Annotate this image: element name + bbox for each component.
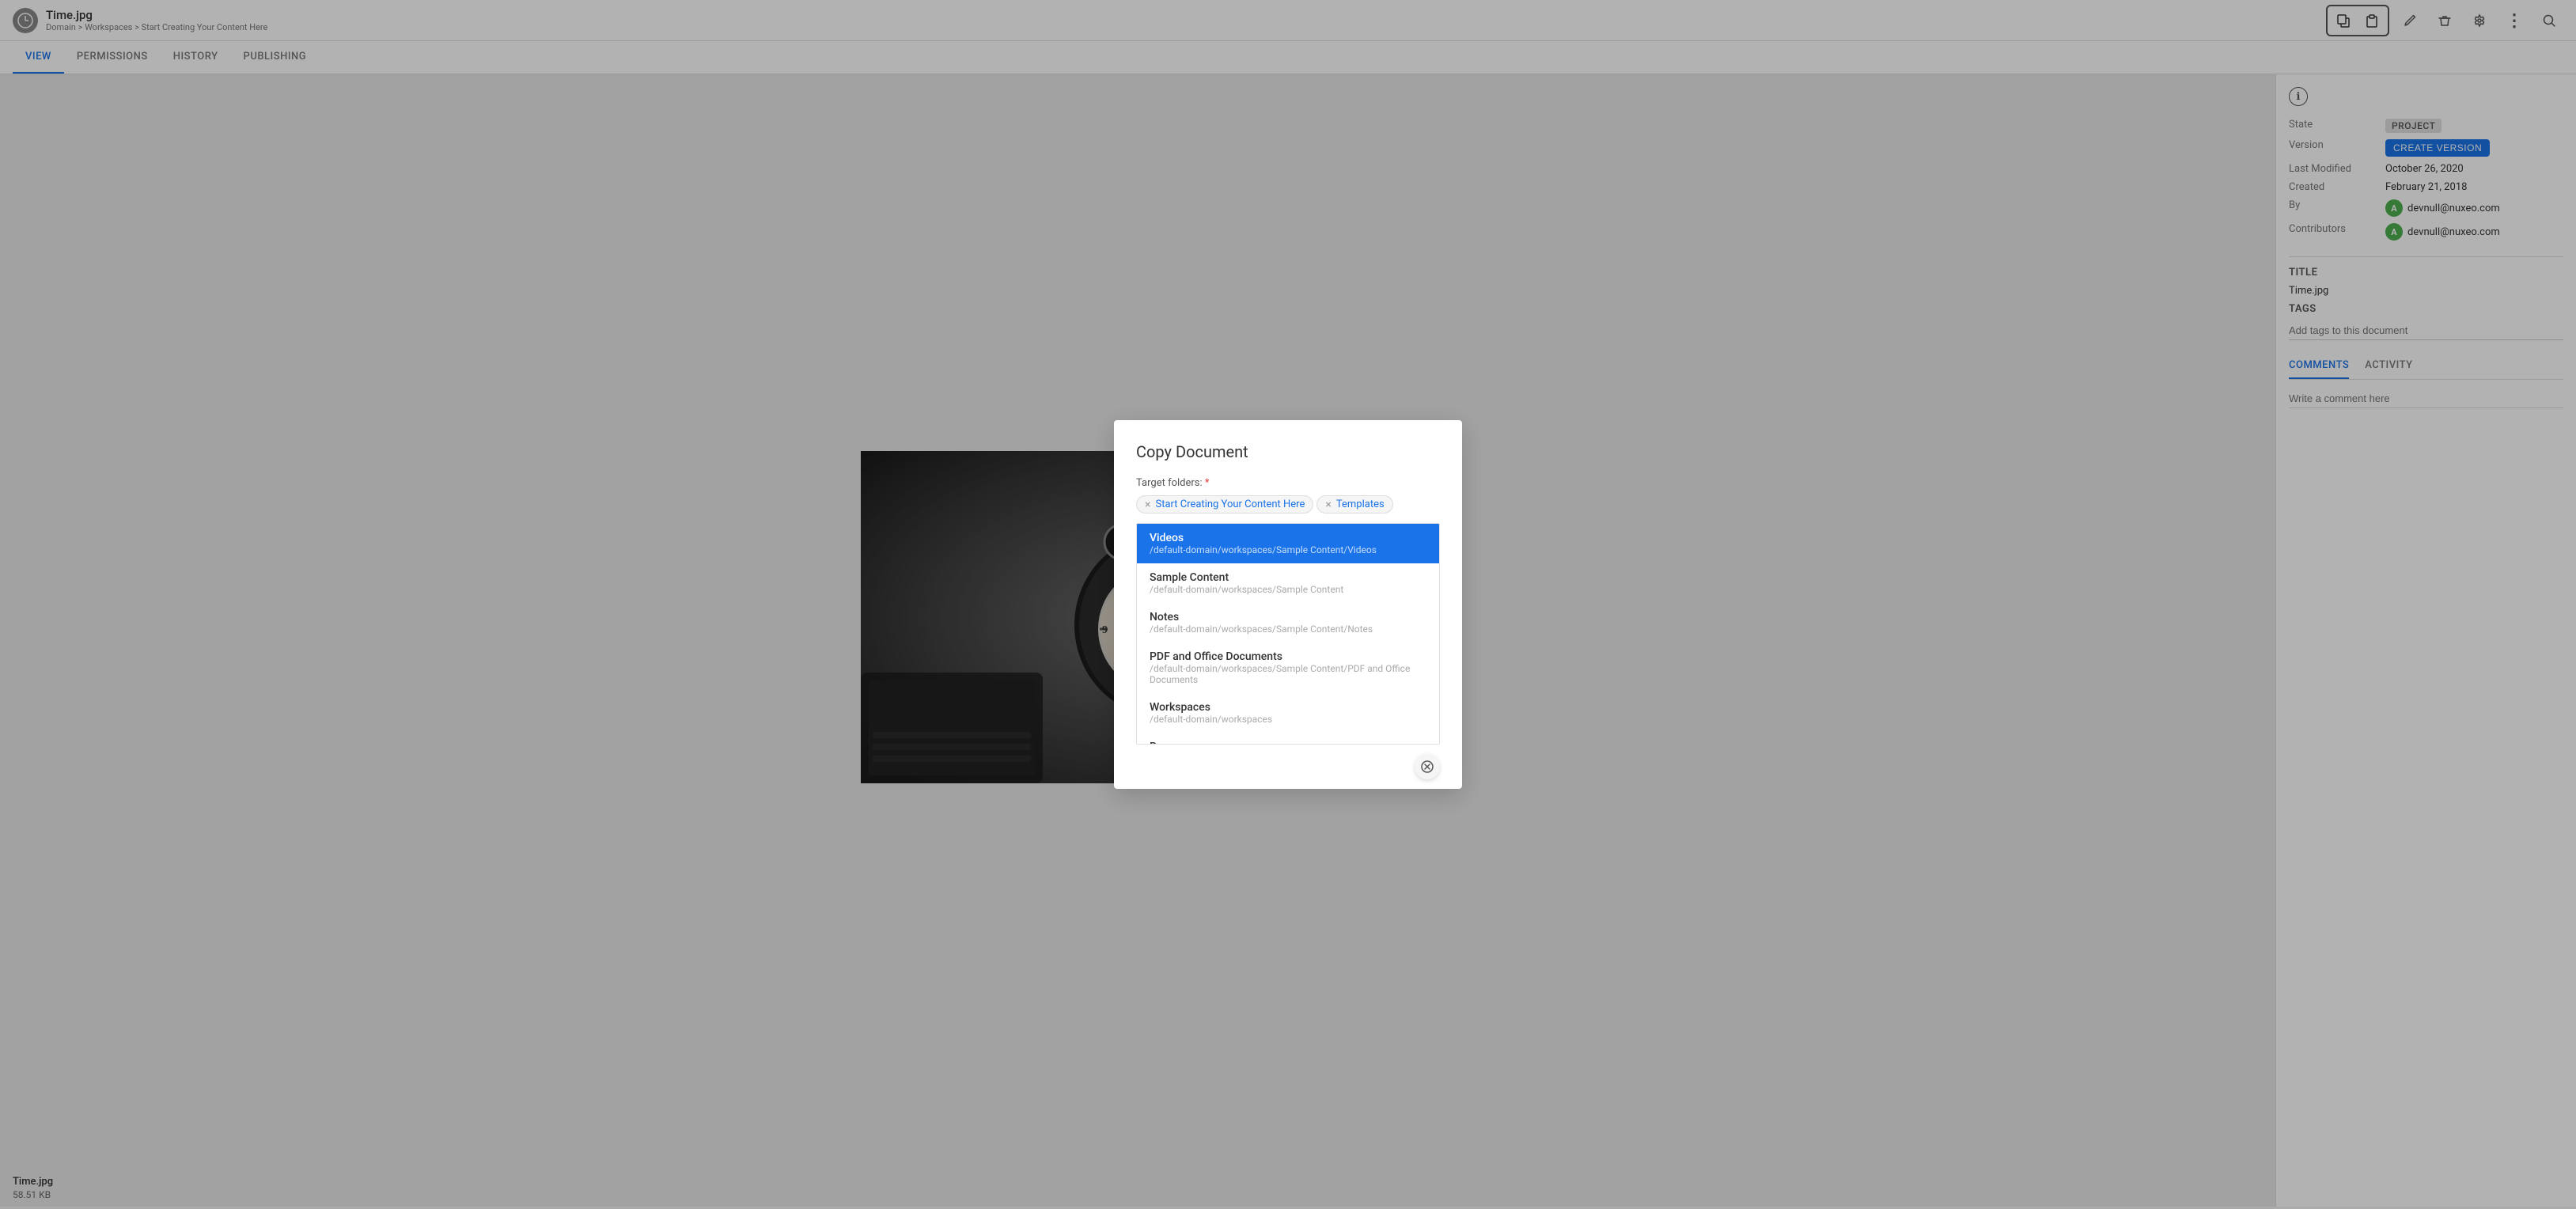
modal-title: Copy Document xyxy=(1136,442,1440,461)
modal-close-button[interactable] xyxy=(1415,754,1440,779)
dropdown-item-name-4: Workspaces xyxy=(1150,701,1426,714)
selected-folders-chips: × Start Creating Your Content Here × Tem… xyxy=(1136,495,1440,514)
chip-start-creating: × Start Creating Your Content Here xyxy=(1136,495,1313,514)
dropdown-item-5[interactable]: Banners xyxy=(1137,733,1439,745)
dropdown-item-path-2: /default-domain/workspaces/Sample Conten… xyxy=(1150,623,1426,635)
required-star: * xyxy=(1205,477,1210,489)
dropdown-item-path-0: /default-domain/workspaces/Sample Conten… xyxy=(1150,544,1426,555)
target-folders-label: Target folders: * xyxy=(1136,477,1440,489)
modal-bottom xyxy=(1136,745,1440,789)
dropdown-item-name-0: Videos xyxy=(1150,532,1426,544)
copy-document-modal: Copy Document Target folders: * × Start … xyxy=(1114,420,1462,789)
dropdown-item-path-4: /default-domain/workspaces xyxy=(1150,714,1426,725)
dropdown-item-1[interactable]: Sample Content /default-domain/workspace… xyxy=(1137,563,1439,603)
dropdown-item-name-2: Notes xyxy=(1150,611,1426,623)
chip-templates: × Templates xyxy=(1316,495,1392,514)
dropdown-item-4[interactable]: Workspaces /default-domain/workspaces xyxy=(1137,693,1439,733)
folders-dropdown: Videos /default-domain/workspaces/Sample… xyxy=(1136,523,1440,745)
chip-link-2[interactable]: Templates xyxy=(1336,498,1385,510)
dropdown-item-3[interactable]: PDF and Office Documents /default-domain… xyxy=(1137,642,1439,693)
dropdown-item-path-3: /default-domain/workspaces/Sample Conten… xyxy=(1150,663,1426,685)
dropdown-item-0[interactable]: Videos /default-domain/workspaces/Sample… xyxy=(1137,524,1439,563)
chip-remove-1[interactable]: × xyxy=(1145,499,1150,510)
chip-link-1[interactable]: Start Creating Your Content Here xyxy=(1155,498,1305,510)
dropdown-item-path-1: /default-domain/workspaces/Sample Conten… xyxy=(1150,584,1426,595)
dropdown-item-2[interactable]: Notes /default-domain/workspaces/Sample … xyxy=(1137,603,1439,642)
dropdown-item-name-3: PDF and Office Documents xyxy=(1150,650,1426,663)
dropdown-item-name-1: Sample Content xyxy=(1150,571,1426,584)
chip-remove-2[interactable]: × xyxy=(1325,499,1331,510)
modal-overlay[interactable]: Copy Document Target folders: * × Start … xyxy=(0,0,2576,1209)
